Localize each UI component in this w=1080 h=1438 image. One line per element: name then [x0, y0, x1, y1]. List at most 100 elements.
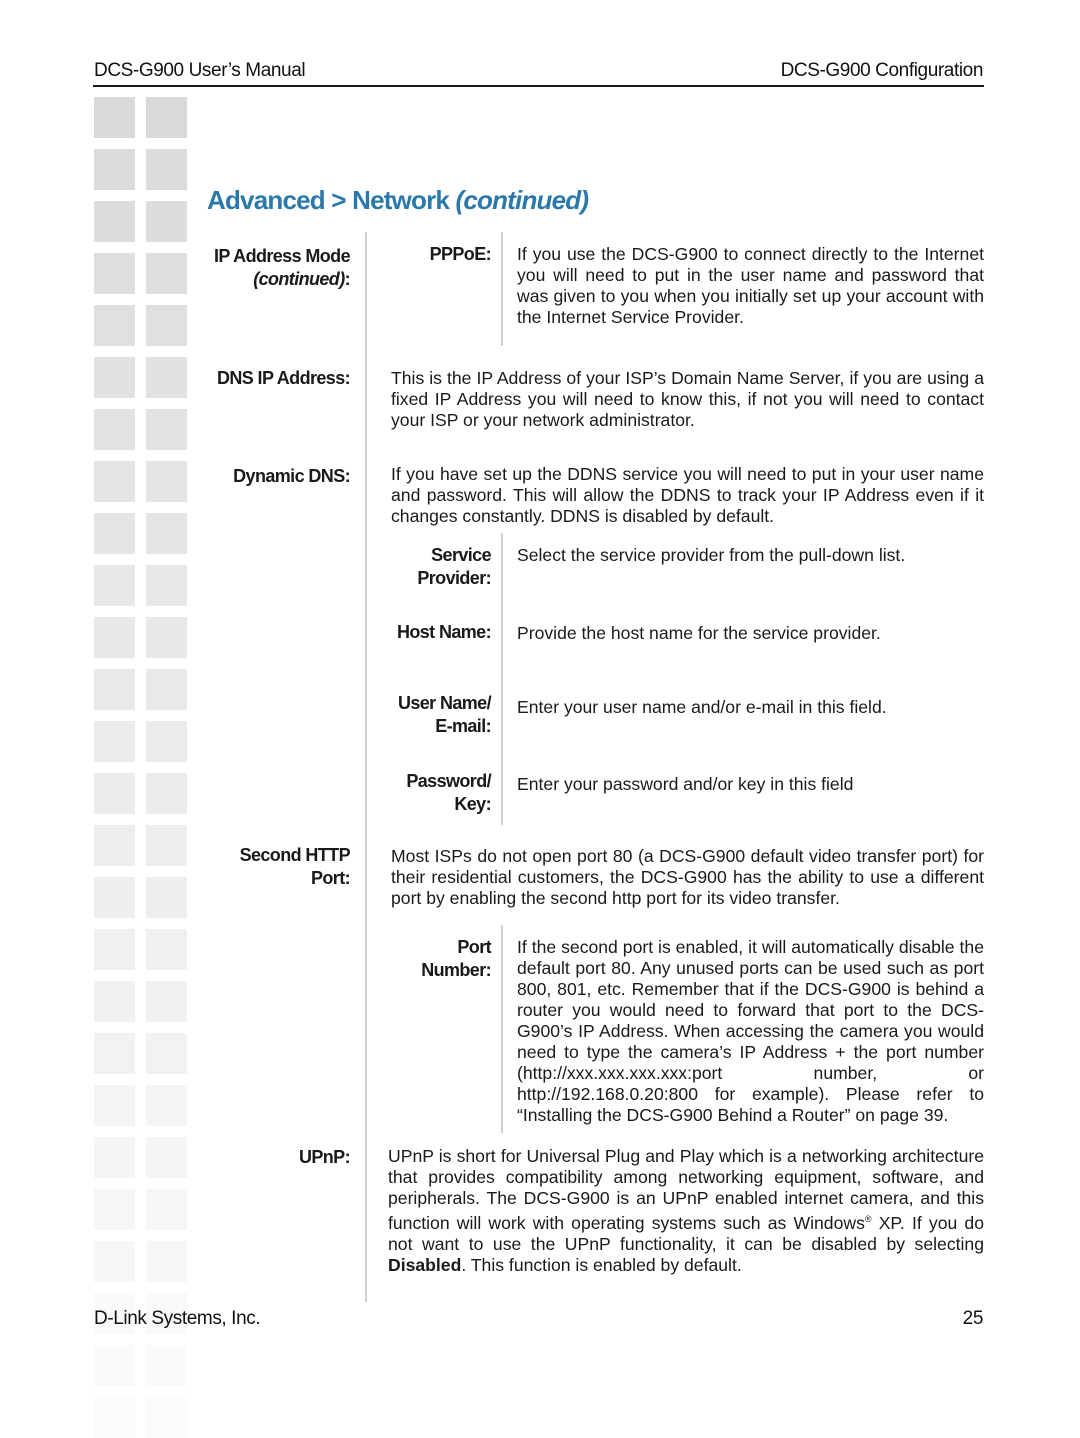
second-http-label: Second HTTP Port:: [239, 844, 351, 890]
decorative-square: [94, 721, 135, 762]
decorative-square: [146, 201, 187, 242]
service-provider-label-l1: Service: [431, 545, 491, 565]
decorative-square: [146, 669, 187, 710]
service-provider-text: Select the service provider from the pul…: [517, 545, 906, 565]
password-label-l1: Password/: [406, 771, 491, 791]
header-rule: [93, 85, 984, 87]
upnp-text-c: . This function is enabled by default.: [461, 1254, 742, 1275]
decorative-square: [94, 97, 135, 138]
decorative-square: [146, 825, 187, 866]
port-number-label: Port Number:: [421, 936, 491, 982]
user-name-label-l2: E-mail:: [435, 716, 491, 736]
decorative-square: [94, 1085, 135, 1126]
ip-mode-label: IP Address Mode (continued):: [213, 245, 351, 291]
port-number-text: If the second port is enabled, it will a…: [517, 937, 984, 1125]
decorative-square: [146, 1085, 187, 1126]
host-name-label-l1: Host Name:: [396, 622, 492, 642]
decorative-square: [146, 461, 187, 502]
decorative-square: [146, 981, 187, 1022]
decorative-square: [94, 149, 135, 190]
decorative-square: [146, 1397, 187, 1438]
decorative-square: [94, 1189, 135, 1230]
decorative-square: [146, 149, 187, 190]
decorative-square: [146, 1033, 187, 1074]
user-name-label-l1: User Name/: [397, 693, 492, 713]
upnp-text: UPnP is short for Universal Plug and Pla…: [388, 1146, 984, 1276]
chapter-title: DCS-G900 Configuration: [780, 60, 984, 81]
decorative-square: [94, 409, 135, 450]
ip-mode-label-suffix: (continued): [253, 269, 345, 289]
ip-mode-label-text: IP Address Mode: [213, 246, 351, 266]
upnp-disabled-option: Disabled: [388, 1254, 462, 1275]
password-label-l2: Key:: [454, 794, 491, 814]
main-divider: [365, 232, 367, 1302]
decorative-square: [94, 825, 135, 866]
title-suffix: (continued): [455, 185, 590, 215]
service-provider-label: Service Provider:: [417, 544, 491, 590]
host-name-label: Host Name:: [396, 621, 492, 644]
page-number: 25: [962, 1308, 984, 1329]
footer-company: D-Link Systems, Inc.: [94, 1308, 261, 1329]
decorative-square: [146, 513, 187, 554]
decorative-square: [94, 461, 135, 502]
decorative-square: [146, 1345, 187, 1386]
pppoe-text: If you use the DCS-G900 to connect direc…: [517, 244, 984, 327]
decorative-square: [94, 1137, 135, 1178]
upnp-label: UPnP:: [298, 1147, 351, 1167]
decorative-square: [146, 721, 187, 762]
decorative-square: [146, 97, 187, 138]
decorative-square: [94, 357, 135, 398]
host-name-text: Provide the host name for the service pr…: [517, 623, 881, 643]
decorative-square: [94, 513, 135, 554]
dns-ip-label: DNS IP Address:: [216, 368, 351, 388]
decorative-square: [94, 1033, 135, 1074]
port-number-label-l1: Port: [457, 937, 491, 957]
dynamic-dns-label: Dynamic DNS:: [233, 466, 350, 486]
manual-title: DCS-G900 User’s Manual: [94, 60, 306, 81]
pppoe-label: PPPoE:: [429, 244, 492, 264]
decorative-square: [94, 565, 135, 606]
service-provider-label-l2: Provider:: [417, 568, 491, 588]
second-http-label-l1: Second HTTP: [239, 845, 351, 865]
decorative-square: [146, 617, 187, 658]
ddns-divider: [501, 533, 503, 825]
decorative-square: [94, 617, 135, 658]
password-label: Password/ Key:: [406, 770, 491, 816]
decorative-square: [146, 409, 187, 450]
decorative-square: [146, 929, 187, 970]
decorative-square: [94, 1397, 135, 1438]
registered-mark: ®: [864, 1214, 872, 1224]
decorative-square: [94, 877, 135, 918]
port-number-label-l2: Number:: [421, 960, 491, 980]
second-http-text: Most ISPs do not open port 80 (a DCS-G90…: [391, 846, 984, 908]
decorative-square: [146, 1137, 187, 1178]
decorative-square: [146, 357, 187, 398]
decorative-square: [94, 305, 135, 346]
decorative-square: [146, 773, 187, 814]
decorative-square: [146, 1189, 187, 1230]
password-text: Enter your password and/or key in this f…: [517, 774, 854, 794]
decorative-square: [94, 669, 135, 710]
decorative-square: [146, 305, 187, 346]
user-name-label: User Name/ E-mail:: [397, 692, 492, 738]
user-name-text: Enter your user name and/or e-mail in th…: [517, 697, 887, 717]
decorative-square: [146, 565, 187, 606]
ip-mode-label-colon: :: [344, 269, 351, 289]
dynamic-dns-text: If you have set up the DDNS service you …: [391, 464, 984, 526]
decorative-square: [146, 877, 187, 918]
decorative-square: [94, 253, 135, 294]
decorative-square: [94, 929, 135, 970]
decorative-square: [146, 1241, 187, 1282]
decorative-square: [94, 1241, 135, 1282]
pppoe-divider: [501, 232, 503, 346]
decorative-square: [94, 1345, 135, 1386]
decorative-square: [94, 201, 135, 242]
second-http-label-l2: Port:: [311, 868, 351, 888]
port-divider: [501, 925, 503, 1133]
decorative-square: [94, 773, 135, 814]
dns-ip-text: This is the IP Address of your ISP’s Dom…: [391, 368, 984, 430]
title-main: Advanced > Network: [207, 185, 456, 215]
decorative-square: [94, 981, 135, 1022]
decorative-square: [146, 253, 187, 294]
page-title: Advanced > Network (continued): [207, 185, 590, 216]
